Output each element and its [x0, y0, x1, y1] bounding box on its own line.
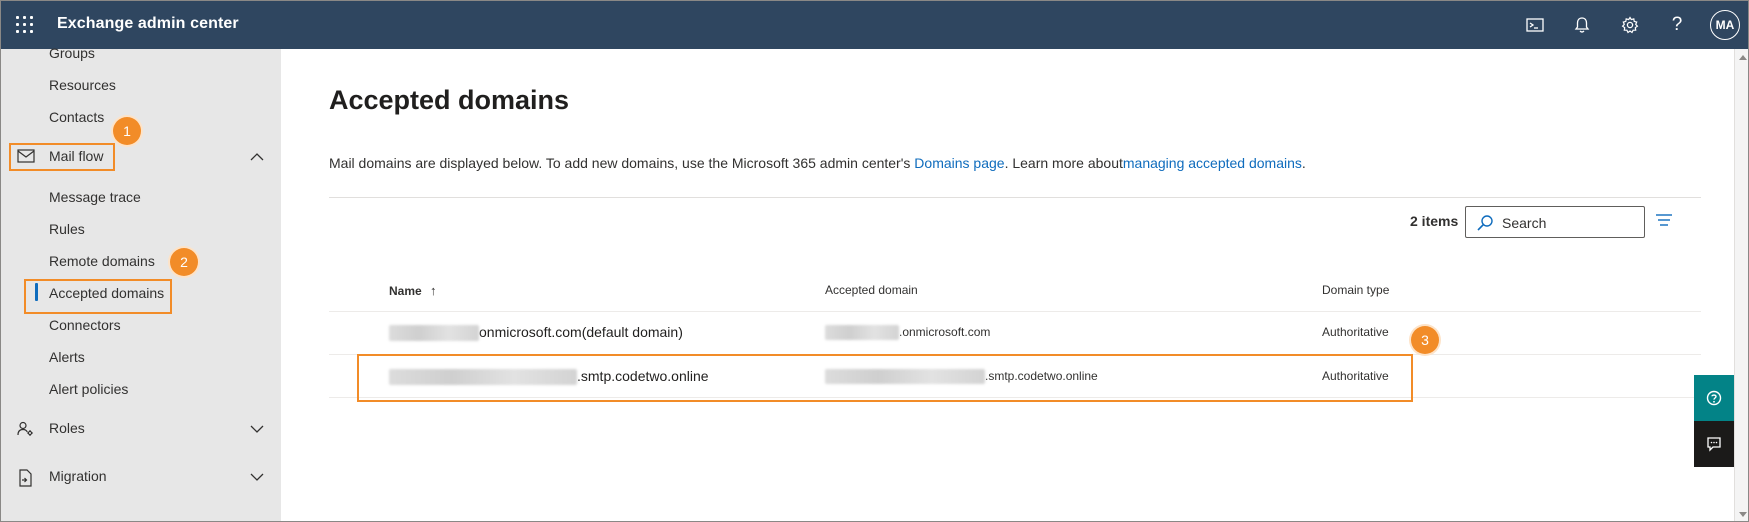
sidebar-item-remote-domains[interactable]: Remote domains — [49, 253, 155, 269]
domains-page-link[interactable]: Domains page — [914, 155, 1004, 171]
app-launcher-icon[interactable] — [15, 15, 35, 35]
chevron-up-icon[interactable] — [249, 150, 265, 164]
feedback-button[interactable] — [1694, 421, 1734, 467]
column-header-name[interactable]: Name ↑ — [389, 283, 437, 298]
callout-codetwo-row — [357, 354, 1413, 402]
items-count: 2 items — [1410, 213, 1459, 229]
cloud-shell-icon[interactable] — [1523, 13, 1547, 37]
column-header-accepted-domain[interactable]: Accepted domain — [825, 283, 918, 297]
callout-mail-flow — [9, 143, 115, 171]
search-icon — [1476, 214, 1494, 232]
sidebar-item-alerts[interactable]: Alerts — [49, 349, 85, 365]
main-content — [281, 49, 1748, 521]
page-title: Accepted domains — [329, 85, 570, 115]
chevron-down-icon[interactable] — [249, 422, 265, 436]
question-circle-icon — [1706, 390, 1722, 406]
sidebar-item-resources[interactable]: Resources — [49, 77, 116, 93]
search-input[interactable] — [1502, 213, 1640, 233]
scroll-down-icon[interactable] — [1739, 512, 1747, 517]
top-bar: Exchange admin center ? MA — [1, 1, 1748, 49]
avatar[interactable]: MA — [1710, 10, 1740, 40]
callout-badge-3: 3 — [1411, 326, 1439, 354]
table-row-accepted-domain: .onmicrosoft.com — [825, 325, 990, 341]
help-icon[interactable]: ? — [1665, 13, 1689, 37]
sidebar-item-groups[interactable]: Groups — [49, 45, 95, 61]
migration-icon — [17, 469, 35, 487]
help-support-button[interactable] — [1694, 375, 1734, 421]
settings-icon[interactable] — [1618, 13, 1642, 37]
filter-icon[interactable] — [1655, 213, 1673, 227]
vertical-scrollbar[interactable] — [1734, 49, 1748, 521]
sidebar-group-label: Roles — [49, 420, 85, 436]
managing-accepted-domains-link[interactable]: managing accepted domains — [1123, 155, 1302, 171]
divider — [329, 197, 1701, 198]
chevron-down-icon[interactable] — [249, 470, 265, 484]
callout-badge-2: 2 — [170, 248, 198, 276]
sidebar-item-message-trace[interactable]: Message trace — [49, 189, 141, 205]
sidebar-group-migration[interactable]: Migration — [1, 459, 281, 495]
row-divider — [329, 311, 1701, 312]
roles-icon — [17, 421, 35, 437]
notifications-icon[interactable] — [1570, 13, 1594, 37]
sidebar-item-contacts[interactable]: Contacts — [49, 109, 104, 125]
page-description: Mail domains are displayed below. To add… — [329, 155, 1306, 171]
sort-ascending-icon: ↑ — [430, 283, 437, 298]
app-title[interactable]: Exchange admin center — [57, 15, 239, 33]
column-header-domain-type[interactable]: Domain type — [1322, 283, 1389, 297]
sidebar-item-connectors[interactable]: Connectors — [49, 317, 121, 333]
sidebar-group-label: Migration — [49, 468, 107, 484]
redacted-text — [389, 325, 479, 342]
sidebar-item-rules[interactable]: Rules — [49, 221, 85, 237]
table-row-name[interactable]: onmicrosoft.com(default domain) — [389, 324, 683, 342]
sidebar-group-roles[interactable]: Roles — [1, 411, 281, 447]
scroll-up-icon[interactable] — [1739, 55, 1747, 60]
table-row-domain-type: Authoritative — [1322, 325, 1389, 339]
callout-badge-1: 1 — [113, 117, 141, 145]
chat-icon — [1707, 437, 1721, 452]
redacted-text — [825, 325, 899, 341]
sidebar-item-alert-policies[interactable]: Alert policies — [49, 381, 128, 397]
callout-accepted-domains — [24, 279, 172, 314]
search-box[interactable] — [1465, 206, 1645, 238]
app-window: Exchange admin center ? MA Groups Resour… — [0, 0, 1749, 522]
